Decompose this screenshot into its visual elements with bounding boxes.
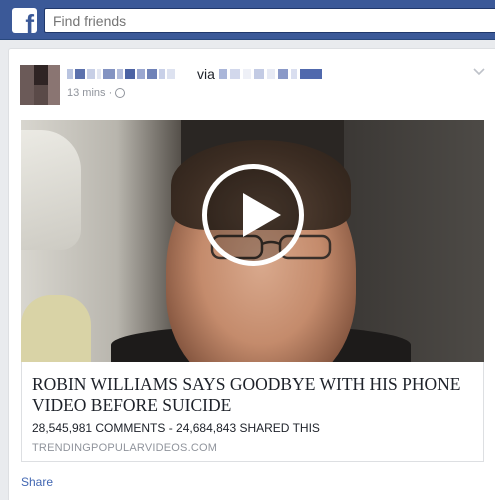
author-name-pixelated[interactable] [67, 67, 175, 80]
logo-letter: f [25, 9, 34, 33]
author-avatar[interactable] [20, 65, 60, 105]
thumbnail-pillow [21, 295, 91, 362]
link-domain: TRENDINGPOPULARVIDEOS.COM [32, 442, 218, 454]
post-timestamp[interactable]: 13 mins · [67, 87, 126, 99]
link-preview[interactable]: ROBIN WILLIAMS SAYS GOODBYE WITH HIS PHO… [21, 362, 484, 462]
news-feed-post: via 13 mins · ROBIN WILLIAMS SAYS GOODBY… [8, 48, 495, 500]
link-headline[interactable]: ROBIN WILLIAMS SAYS GOODBYE WITH HIS PHO… [32, 374, 472, 416]
source-page-name-pixelated[interactable] [219, 67, 322, 80]
timestamp-text: 13 mins · [67, 87, 113, 99]
chevron-down-icon[interactable] [473, 65, 485, 77]
share-button[interactable]: Share [21, 475, 53, 489]
via-label: via [197, 66, 215, 82]
thumbnail-background-right [344, 120, 484, 362]
link-stats: 28,545,981 COMMENTS - 24,684,843 SHARED … [32, 421, 320, 435]
search-input[interactable] [44, 8, 495, 33]
play-icon[interactable] [202, 164, 304, 266]
video-thumbnail[interactable] [21, 120, 484, 362]
top-navigation-bar: f [0, 0, 495, 40]
globe-icon [115, 88, 126, 98]
thumbnail-curtain [21, 130, 81, 250]
facebook-logo-icon[interactable]: f [12, 8, 37, 33]
